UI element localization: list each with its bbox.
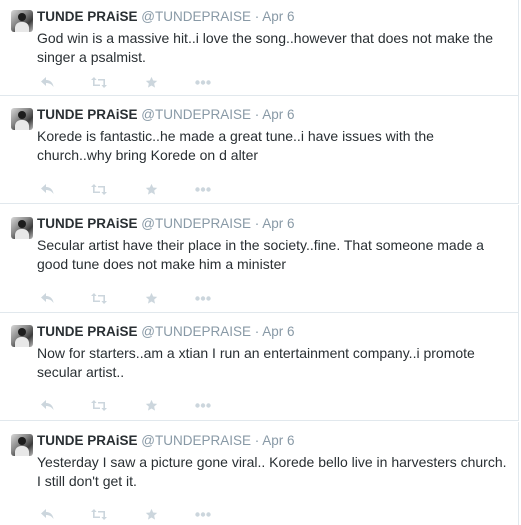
tweet-text: Secular artist have their place in the s… (37, 237, 484, 272)
more-icon[interactable] (195, 181, 211, 197)
separator: · (254, 216, 260, 231)
more-icon[interactable] (195, 74, 211, 90)
avatar[interactable] (11, 217, 33, 239)
tweet-text: Korede is fantastic..he made a great tun… (37, 128, 434, 163)
tweet-header: TUNDE PRAiSE @TUNDEPRAISE · Apr 6 (37, 432, 508, 450)
tweet-text: Yesterday I saw a picture gone viral.. K… (37, 454, 507, 489)
fullname[interactable]: TUNDE PRAiSE (37, 324, 138, 339)
tweet[interactable]: TUNDE PRAiSE @TUNDEPRAISE · Apr 6 Now fo… (0, 313, 519, 421)
tweet-content: TUNDE PRAiSE @TUNDEPRAISE · Apr 6 Secula… (37, 215, 508, 274)
username[interactable]: @TUNDEPRAISE (141, 107, 251, 122)
reply-icon[interactable] (39, 74, 55, 90)
tweet-header: TUNDE PRAiSE @TUNDEPRAISE · Apr 6 (37, 215, 508, 233)
username[interactable]: @TUNDEPRAISE (141, 216, 251, 231)
tweet-content: TUNDE PRAiSE @TUNDEPRAISE · Apr 6 Now fo… (37, 323, 508, 382)
fullname[interactable]: TUNDE PRAiSE (37, 433, 138, 448)
timestamp[interactable]: Apr 6 (262, 324, 294, 339)
separator: · (254, 433, 260, 448)
reply-icon[interactable] (39, 290, 55, 306)
separator: · (254, 9, 260, 24)
fullname[interactable]: TUNDE PRAiSE (37, 9, 138, 24)
star-icon[interactable] (143, 74, 159, 90)
tweet-actions (39, 506, 247, 522)
timeline: TUNDE PRAiSE @TUNDEPRAISE · Apr 6 God wi… (0, 0, 521, 525)
tweet-actions (39, 74, 247, 90)
fullname[interactable]: TUNDE PRAiSE (37, 216, 138, 231)
tweet-header: TUNDE PRAiSE @TUNDEPRAISE · Apr 6 (37, 106, 508, 124)
timestamp[interactable]: Apr 6 (262, 433, 294, 448)
retweet-icon[interactable] (91, 290, 107, 306)
retweet-icon[interactable] (91, 397, 107, 413)
reply-icon[interactable] (39, 397, 55, 413)
tweet-content: TUNDE PRAiSE @TUNDEPRAISE · Apr 6 Yester… (37, 432, 508, 491)
reply-icon[interactable] (39, 506, 55, 522)
star-icon[interactable] (143, 506, 159, 522)
tweet-actions (39, 181, 247, 197)
timestamp[interactable]: Apr 6 (262, 216, 294, 231)
tweet[interactable]: TUNDE PRAiSE @TUNDEPRAISE · Apr 6 Korede… (0, 96, 519, 204)
tweet[interactable]: TUNDE PRAiSE @TUNDEPRAISE · Apr 6 Secula… (0, 205, 519, 313)
star-icon[interactable] (143, 181, 159, 197)
tweet-actions (39, 397, 247, 413)
username[interactable]: @TUNDEPRAISE (141, 324, 251, 339)
avatar[interactable] (11, 10, 33, 32)
avatar[interactable] (11, 108, 33, 130)
more-icon[interactable] (195, 397, 211, 413)
tweet-text: Now for starters..am a xtian I run an en… (37, 345, 475, 380)
retweet-icon[interactable] (91, 506, 107, 522)
avatar[interactable] (11, 325, 33, 347)
retweet-icon[interactable] (91, 74, 107, 90)
star-icon[interactable] (143, 290, 159, 306)
tweet[interactable]: TUNDE PRAiSE @TUNDEPRAISE · Apr 6 God wi… (0, 0, 519, 96)
separator: · (254, 324, 260, 339)
tweet-text: God win is a massive hit..i love the son… (37, 30, 494, 65)
timestamp[interactable]: Apr 6 (262, 107, 294, 122)
timestamp[interactable]: Apr 6 (262, 9, 294, 24)
fullname[interactable]: TUNDE PRAiSE (37, 107, 138, 122)
retweet-icon[interactable] (91, 181, 107, 197)
tweet-content: TUNDE PRAiSE @TUNDEPRAISE · Apr 6 Korede… (37, 106, 508, 165)
more-icon[interactable] (195, 506, 211, 522)
tweet-content: TUNDE PRAiSE @TUNDEPRAISE · Apr 6 God wi… (37, 8, 508, 67)
tweet-actions (39, 290, 247, 306)
username[interactable]: @TUNDEPRAISE (141, 9, 251, 24)
star-icon[interactable] (143, 397, 159, 413)
reply-icon[interactable] (39, 181, 55, 197)
username[interactable]: @TUNDEPRAISE (141, 433, 251, 448)
tweet[interactable]: TUNDE PRAiSE @TUNDEPRAISE · Apr 6 Yester… (0, 422, 519, 525)
more-icon[interactable] (195, 290, 211, 306)
avatar[interactable] (11, 434, 33, 456)
tweet-header: TUNDE PRAiSE @TUNDEPRAISE · Apr 6 (37, 323, 508, 341)
tweet-header: TUNDE PRAiSE @TUNDEPRAISE · Apr 6 (37, 8, 508, 26)
separator: · (254, 107, 260, 122)
